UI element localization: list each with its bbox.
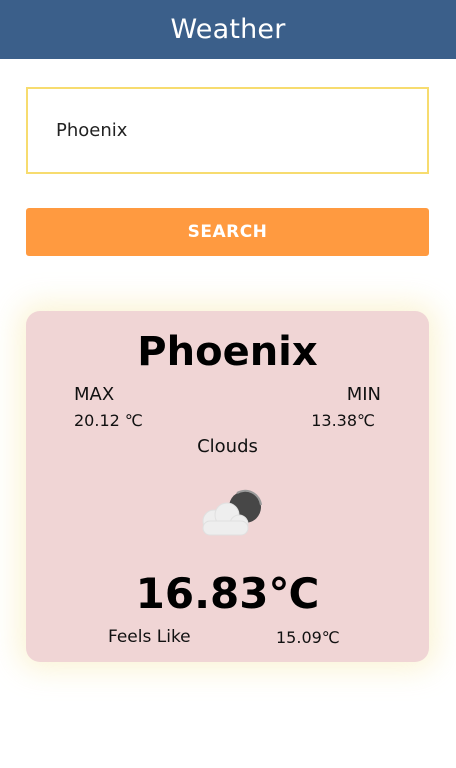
weather-condition: Clouds — [197, 436, 258, 457]
max-temp-value: 20.12 ℃ — [74, 411, 143, 430]
weather-card: Phoenix MAX MIN 20.12 ℃ 13.38℃ Clouds 16… — [26, 311, 429, 662]
city-search-input[interactable] — [56, 89, 416, 172]
app-header: Weather — [0, 0, 456, 59]
search-field[interactable] — [26, 87, 429, 174]
search-button[interactable]: SEARCH — [26, 208, 429, 256]
app-title: Weather — [170, 14, 286, 45]
current-temperature: 16.83℃ — [135, 569, 320, 618]
feels-like-label: Feels Like — [108, 627, 191, 647]
partly-cloudy-night-icon — [202, 489, 262, 536]
min-temp-label: MIN — [346, 384, 381, 405]
city-name: Phoenix — [137, 329, 318, 375]
min-temp-value: 13.38℃ — [311, 411, 375, 430]
max-temp-label: MAX — [74, 384, 115, 405]
feels-like-value: 15.09℃ — [276, 628, 340, 647]
